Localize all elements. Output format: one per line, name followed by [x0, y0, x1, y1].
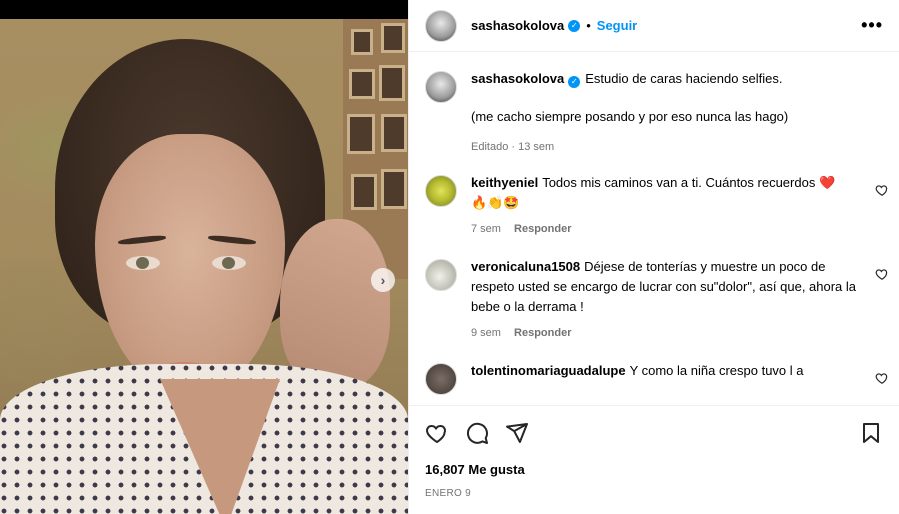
post-actions: [425, 417, 883, 449]
header-separator: •: [586, 18, 591, 33]
raised-arm: [280, 219, 390, 389]
next-media-button[interactable]: ›: [371, 268, 395, 292]
caption-meta: Editado · 13 sem: [471, 141, 555, 153]
comment-like-heart-icon[interactable]: [875, 183, 889, 197]
post-photo: [0, 19, 408, 514]
commenter-username[interactable]: keithyeniel: [471, 175, 538, 190]
caption-author-avatar[interactable]: [425, 71, 457, 103]
post-header: sashasokolova ✓ • Seguir •••: [409, 0, 899, 52]
commenter-avatar[interactable]: [425, 259, 457, 291]
comment-item: tolentinomariaguadalupe Y como la niña cr…: [425, 361, 888, 395]
comment-time: 9 sem: [471, 327, 501, 339]
post-modal: › sashasokolova ✓ • Seguir ••• sashasoko…: [0, 0, 899, 514]
caption-author-username[interactable]: sashasokolova: [471, 71, 564, 86]
comment-text-emojis: 🔥👏🤩: [471, 195, 520, 210]
verified-badge-icon: ✓: [568, 19, 581, 32]
comment-time: 7 sem: [471, 223, 501, 235]
post-date[interactable]: ENERO 9: [425, 488, 471, 499]
post-side-panel: sashasokolova ✓ • Seguir ••• sashasokolo…: [408, 0, 899, 514]
author-username[interactable]: sashasokolova: [471, 18, 564, 33]
share-icon[interactable]: [505, 421, 529, 445]
comment-item: keithyeniel Todos mis caminos van a ti. C…: [425, 173, 888, 235]
comments-list[interactable]: sashasokolova ✓ Estudio de caras haciendo …: [409, 53, 899, 403]
comment-like-heart-icon[interactable]: [875, 267, 889, 281]
comment-icon[interactable]: [465, 421, 489, 445]
follow-button[interactable]: Seguir: [597, 18, 637, 33]
face: [95, 134, 285, 394]
reply-button[interactable]: Responder: [514, 223, 571, 235]
commenter-avatar[interactable]: [425, 363, 457, 395]
caption: sashasokolova ✓ Estudio de caras haciendo …: [425, 69, 883, 153]
commenter-avatar[interactable]: [425, 175, 457, 207]
comment-item: veronicaluna1508 Déjese de tonterías y mu…: [425, 257, 888, 339]
commenter-username[interactable]: tolentinomariaguadalupe: [471, 363, 626, 378]
actions-divider: [409, 405, 899, 406]
comment-text: Y como la niña crespo tuvo l a: [629, 363, 804, 378]
author-avatar[interactable]: [425, 9, 457, 42]
comment-like-heart-icon[interactable]: [875, 371, 889, 385]
bookmark-icon[interactable]: [859, 421, 883, 445]
comment-text: Todos mis caminos van a ti. Cuántos recu…: [542, 175, 836, 190]
post-media: ›: [0, 0, 408, 514]
caption-text-2: (me cacho siempre posando y por eso nunc…: [471, 109, 789, 124]
commenter-username[interactable]: veronicaluna1508: [471, 259, 580, 274]
verified-badge-icon: ✓: [568, 76, 581, 88]
reply-button[interactable]: Responder: [514, 327, 571, 339]
likes-count[interactable]: 16,807 Me gusta: [425, 462, 525, 477]
caption-text: Estudio de caras haciendo selfies.: [585, 71, 783, 86]
more-options-icon[interactable]: •••: [861, 15, 883, 36]
heart-icon[interactable]: [425, 421, 449, 445]
